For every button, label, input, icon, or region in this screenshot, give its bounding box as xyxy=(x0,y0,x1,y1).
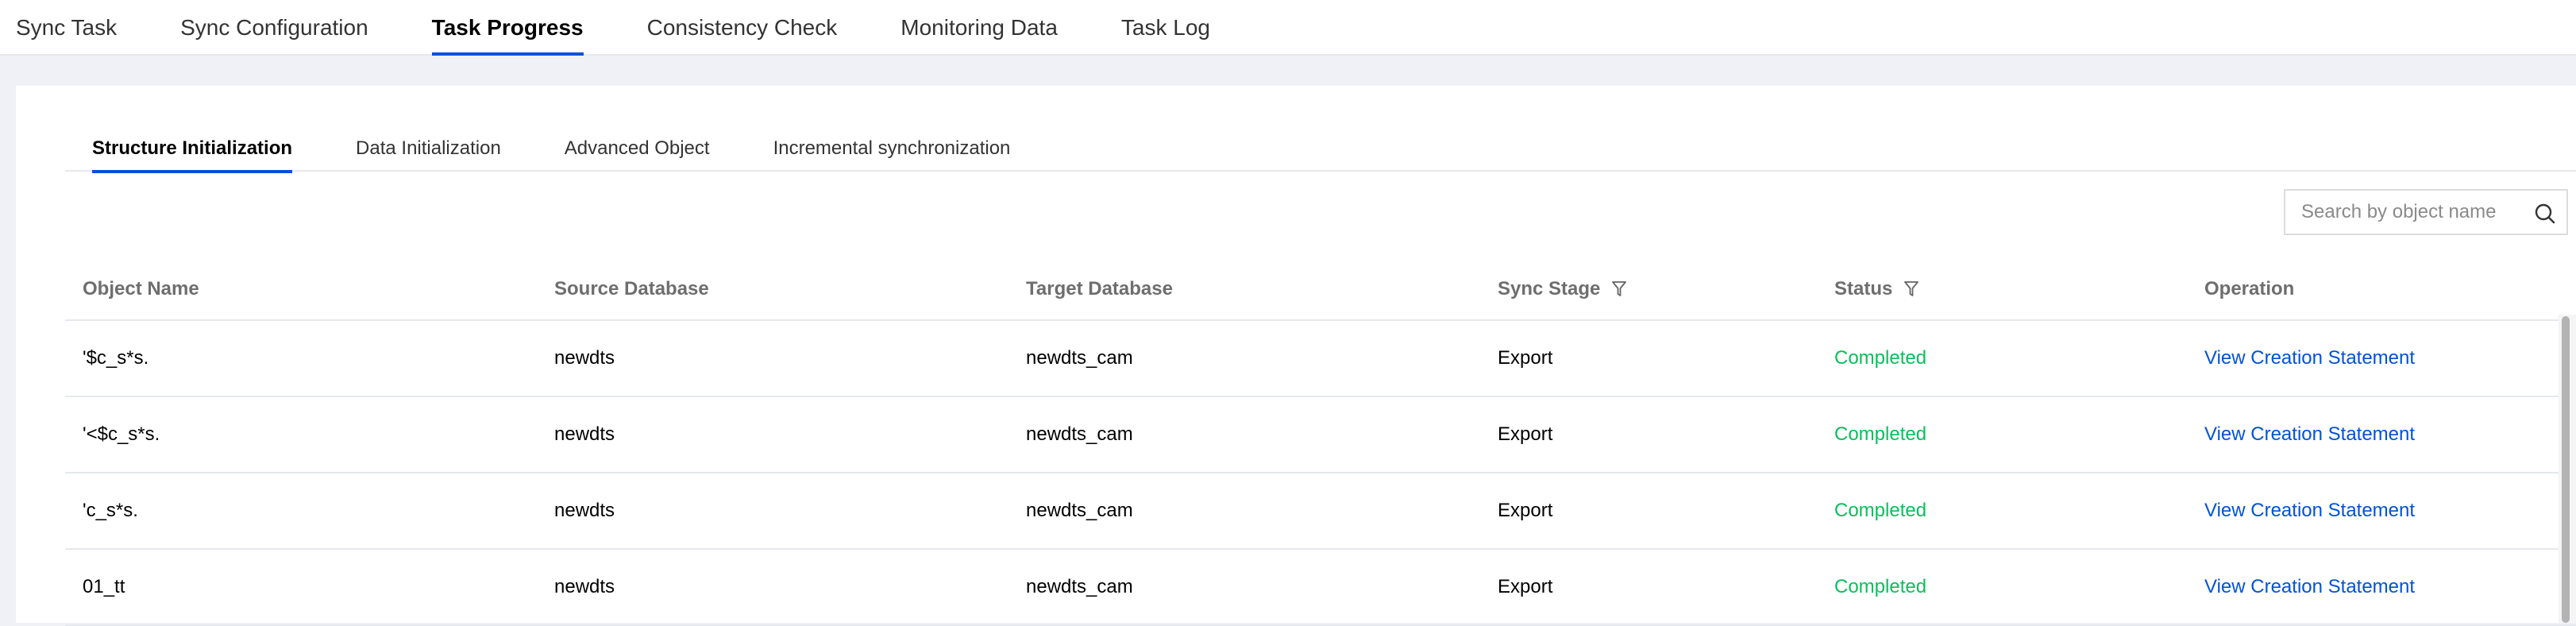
object-name-cell: 01_tt xyxy=(83,576,125,597)
operation-cell: View Creation Statement xyxy=(2204,397,2415,472)
filter-icon[interactable] xyxy=(1611,280,1627,298)
table-row: '$c_s*s. newdts newdts_cam Export Comple… xyxy=(65,321,2576,397)
objects-table: Object Name Source Database Target Datab… xyxy=(65,259,2576,626)
tab-task-log[interactable]: Task Log xyxy=(1121,0,1210,56)
object-name-cell: '$c_s*s. xyxy=(83,347,149,369)
column-header-target-database: Target Database xyxy=(1026,278,1173,299)
subtab-advanced-object[interactable]: Advanced Object xyxy=(565,126,710,172)
task-progress-panel: Structure Initialization Data Initializa… xyxy=(16,86,2576,626)
operation-cell: View Creation Statement xyxy=(2204,550,2415,624)
target-database-cell: newdts_cam xyxy=(1026,500,1133,521)
sync-stage-cell: Export xyxy=(1498,576,1553,597)
scrollbar-thumb[interactable] xyxy=(2562,316,2570,623)
status-cell: Completed xyxy=(1834,576,1927,597)
column-header-operation: Operation xyxy=(2204,278,2295,299)
table-row: 01_tt newdts newdts_cam Export Completed… xyxy=(65,550,2576,626)
search-icon[interactable] xyxy=(2533,202,2557,226)
table-row: 'c_s*s. newdts newdts_cam Export Complet… xyxy=(65,473,2576,550)
sync-stage-cell: Export xyxy=(1498,500,1553,521)
tab-consistency-check[interactable]: Consistency Check xyxy=(647,0,838,56)
object-name-cell: '<$c_s*s. xyxy=(83,423,160,445)
source-database-cell: newdts xyxy=(554,500,615,521)
column-header-object-name: Object Name xyxy=(83,278,199,299)
column-header-sync-stage: Sync Stage xyxy=(1498,259,1627,319)
view-creation-statement-link[interactable]: View Creation Statement xyxy=(2204,423,2415,446)
source-database-cell: newdts xyxy=(554,576,615,597)
status-cell: Completed xyxy=(1834,423,1927,445)
tab-task-progress[interactable]: Task Progress xyxy=(431,0,584,56)
status-cell: Completed xyxy=(1834,347,1927,369)
target-database-cell: newdts_cam xyxy=(1026,423,1133,445)
search-input[interactable] xyxy=(2301,201,2500,223)
column-header-status: Status xyxy=(1834,259,1919,319)
view-creation-statement-link[interactable]: View Creation Statement xyxy=(2204,347,2415,369)
filter-icon[interactable] xyxy=(1903,280,1919,298)
sub-tab-bar: Structure Initialization Data Initializa… xyxy=(65,126,2576,173)
sync-stage-cell: Export xyxy=(1498,423,1553,445)
target-database-cell: newdts_cam xyxy=(1026,347,1133,369)
source-database-cell: newdts xyxy=(554,347,615,369)
view-creation-statement-link[interactable]: View Creation Statement xyxy=(2204,576,2415,598)
column-header-status-label: Status xyxy=(1834,278,1893,299)
tab-sync-task[interactable]: Sync Task xyxy=(16,0,117,56)
tab-sync-configuration[interactable]: Sync Configuration xyxy=(180,0,368,56)
operation-cell: View Creation Statement xyxy=(2204,473,2415,548)
column-header-source-database: Source Database xyxy=(554,278,709,299)
tab-monitoring-data[interactable]: Monitoring Data xyxy=(900,0,1058,56)
operation-cell: View Creation Statement xyxy=(2204,321,2415,396)
view-creation-statement-link[interactable]: View Creation Statement xyxy=(2204,500,2415,522)
subtab-structure-initialization[interactable]: Structure Initialization xyxy=(92,126,293,173)
object-name-cell: 'c_s*s. xyxy=(83,500,138,521)
table-header: Object Name Source Database Target Datab… xyxy=(65,259,2576,321)
sync-stage-cell: Export xyxy=(1498,347,1553,369)
status-cell: Completed xyxy=(1834,500,1927,521)
search-box xyxy=(2284,189,2568,235)
source-database-cell: newdts xyxy=(554,423,615,445)
subtab-data-initialization[interactable]: Data Initialization xyxy=(356,126,501,172)
subtab-incremental-synchronization[interactable]: Incremental synchronization xyxy=(773,126,1011,172)
table-row: '<$c_s*s. newdts newdts_cam Export Compl… xyxy=(65,397,2576,473)
column-header-sync-stage-label: Sync Stage xyxy=(1498,278,1601,299)
top-tab-bar: Sync Task Sync Configuration Task Progre… xyxy=(0,0,2576,56)
target-database-cell: newdts_cam xyxy=(1026,576,1133,597)
